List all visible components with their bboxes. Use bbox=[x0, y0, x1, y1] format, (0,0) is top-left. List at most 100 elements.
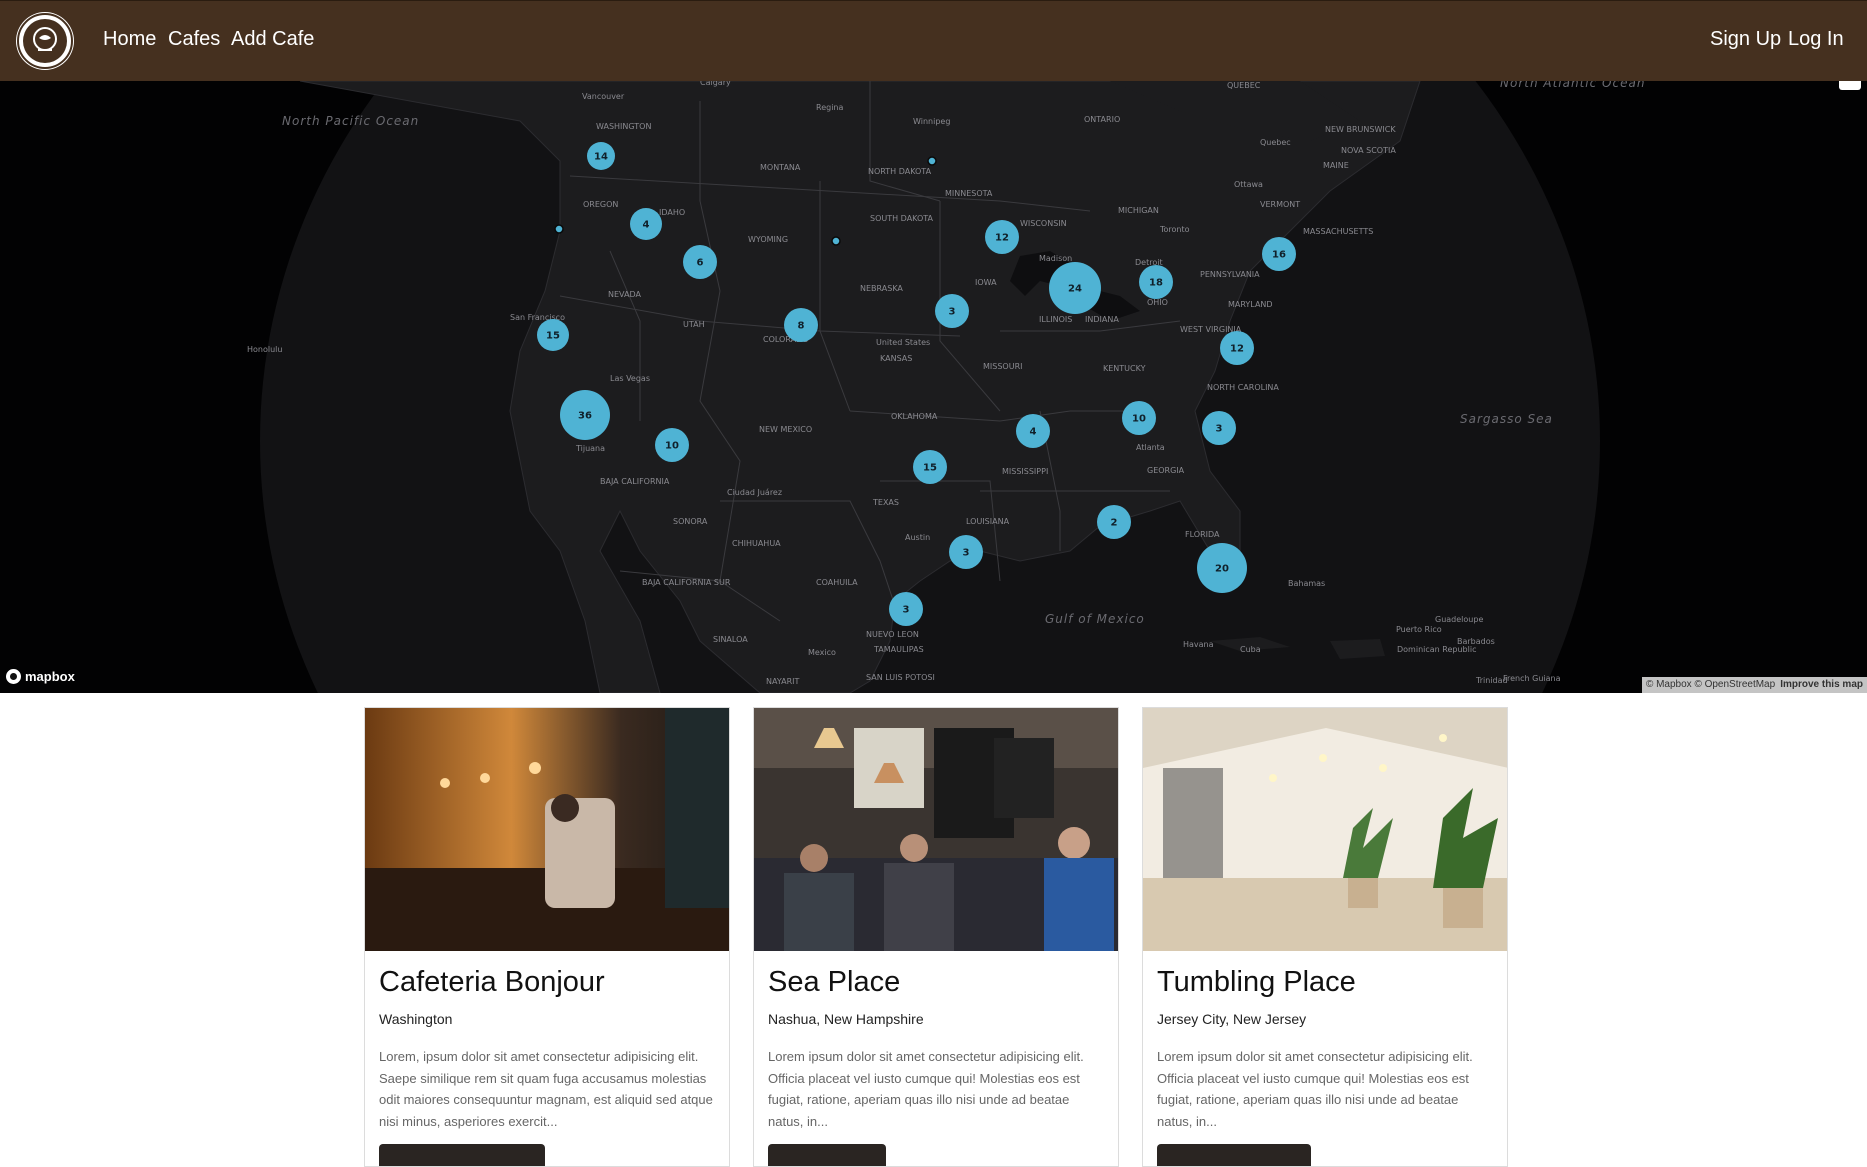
map-cluster[interactable]: 12 bbox=[985, 220, 1019, 254]
attribution-text[interactable]: © Mapbox © OpenStreetMap bbox=[1646, 679, 1775, 690]
map-place-label: Madison bbox=[1039, 254, 1072, 263]
map-place-label: NOVA SCOTIA bbox=[1341, 146, 1396, 155]
map-cluster-count: 36 bbox=[578, 411, 592, 422]
map-place-label: KANSAS bbox=[880, 354, 912, 363]
map-attribution: © Mapbox © OpenStreetMap Improve this map bbox=[1641, 677, 1867, 693]
map-cluster[interactable]: 4 bbox=[1016, 414, 1050, 448]
ocean-label-north-pacific: North Pacific Ocean bbox=[282, 114, 419, 128]
map-cluster[interactable]: 2 bbox=[1097, 505, 1131, 539]
map-cluster[interactable]: 3 bbox=[1202, 411, 1236, 445]
map-place-label: NEW MEXICO bbox=[759, 425, 812, 434]
map-place-label: NEW BRUNSWICK bbox=[1325, 125, 1396, 134]
map-cluster-count: 8 bbox=[798, 321, 805, 332]
map-place-label: NEVADA bbox=[608, 290, 641, 299]
cafe-card: Tumbling Place Jersey City, New Jersey L… bbox=[1142, 707, 1508, 1167]
cafe-card-description: Lorem ipsum dolor sit amet consectetur a… bbox=[1157, 1049, 1473, 1129]
map-place-label: SONORA bbox=[673, 517, 708, 526]
map-place-label: OREGON bbox=[583, 200, 618, 209]
mapbox-icon bbox=[6, 668, 21, 684]
map-place-label: Ciudad Juárez bbox=[727, 488, 782, 497]
map-place-label: MINNESOTA bbox=[945, 189, 993, 198]
map-cluster-count: 4 bbox=[643, 220, 650, 231]
map-place-label: SOUTH DAKOTA bbox=[870, 214, 934, 223]
map-place-label: CHIHUAHUA bbox=[732, 539, 781, 548]
map-cluster-count: 3 bbox=[963, 548, 970, 559]
map-place-label: Cuba bbox=[1240, 645, 1261, 654]
ocean-label-sargasso-sea: Sargasso Sea bbox=[1460, 412, 1553, 426]
map-point bbox=[554, 224, 564, 234]
map-place-label: QUEBEC bbox=[1227, 81, 1261, 90]
cafe-card-view-button[interactable] bbox=[1157, 1144, 1311, 1166]
map-place-label: FLORIDA bbox=[1185, 530, 1220, 539]
map-cluster[interactable]: 20 bbox=[1197, 543, 1247, 593]
nav-add-cafe-link[interactable]: Add Cafe bbox=[231, 28, 314, 51]
map-place-label: MONTANA bbox=[760, 163, 801, 172]
map-cluster[interactable]: 14 bbox=[587, 142, 615, 170]
map-place-label: MISSOURI bbox=[983, 362, 1023, 371]
map-place-label: MARYLAND bbox=[1228, 300, 1273, 309]
map-place-label: BAJA CALIFORNIA bbox=[600, 477, 670, 486]
map-cluster[interactable]: 4 bbox=[630, 208, 662, 240]
map-cluster-count: 12 bbox=[995, 233, 1009, 244]
map-place-label: Atlanta bbox=[1136, 443, 1165, 452]
map-cluster[interactable]: 24 bbox=[1049, 262, 1101, 314]
cluster-map[interactable]: North Pacific Ocean North Atlantic Ocean… bbox=[0, 81, 1867, 693]
map-cluster[interactable]: 10 bbox=[1122, 401, 1156, 435]
cafe-card-view-button[interactable] bbox=[379, 1144, 545, 1166]
nav-log-in-link[interactable]: Log In bbox=[1788, 28, 1844, 51]
map-cluster[interactable]: 3 bbox=[889, 592, 923, 626]
map-cluster-count: 15 bbox=[546, 331, 560, 342]
map-cluster[interactable]: 18 bbox=[1139, 265, 1173, 299]
map-cluster[interactable]: 10 bbox=[655, 428, 689, 462]
map-cluster[interactable]: 3 bbox=[949, 535, 983, 569]
coffee-cup-logo-icon[interactable] bbox=[16, 12, 74, 70]
map-place-label: TEXAS bbox=[872, 498, 899, 507]
map-point bbox=[831, 236, 841, 246]
cafe-card-title: Tumbling Place bbox=[1157, 966, 1356, 998]
map-place-label: MICHIGAN bbox=[1118, 206, 1159, 215]
map-place-label: WISCONSIN bbox=[1020, 219, 1067, 228]
map-place-label: TAMAULIPAS bbox=[873, 645, 924, 654]
map-cluster[interactable]: 3 bbox=[935, 294, 969, 328]
nav-cafes-link[interactable]: Cafes bbox=[168, 28, 220, 51]
mapbox-logo[interactable]: mapbox bbox=[6, 667, 75, 685]
ocean-label-north-atlantic: North Atlantic Ocean bbox=[1500, 81, 1645, 90]
map-place-label: Tijuana bbox=[575, 444, 605, 453]
improve-map-link[interactable]: Improve this map bbox=[1780, 679, 1863, 690]
cafe-card-title: Sea Place bbox=[768, 966, 901, 998]
map-cluster-count: 10 bbox=[1132, 414, 1146, 425]
map-cluster[interactable]: 12 bbox=[1220, 331, 1254, 365]
map-cluster-count: 10 bbox=[665, 441, 679, 452]
map-cluster[interactable]: 36 bbox=[560, 390, 610, 440]
map-place-label: Puerto Rico bbox=[1396, 625, 1442, 634]
map-place-label: ONTARIO bbox=[1084, 115, 1120, 124]
map-place-label: Dominican Republic bbox=[1397, 645, 1476, 654]
cafe-card-image bbox=[754, 708, 1118, 951]
map-place-label: Winnipeg bbox=[913, 117, 950, 126]
map-canvas[interactable]: North Pacific Ocean North Atlantic Ocean… bbox=[0, 81, 1867, 693]
map-place-label: COAHUILA bbox=[816, 578, 858, 587]
map-place-label: INDIANA bbox=[1085, 315, 1119, 324]
map-cluster[interactable]: 16 bbox=[1262, 237, 1296, 271]
map-control-button[interactable] bbox=[1839, 81, 1861, 90]
nav-sign-up-link[interactable]: Sign Up bbox=[1710, 28, 1781, 51]
map-cluster-count: 24 bbox=[1068, 284, 1082, 295]
cafe-card-image bbox=[365, 708, 729, 951]
map-place-label: Las Vegas bbox=[610, 374, 650, 383]
map-cluster[interactable]: 8 bbox=[784, 308, 818, 342]
cafe-card: Sea Place Nashua, New Hampshire Lorem ip… bbox=[753, 707, 1119, 1167]
cafe-card-description: Lorem, ipsum dolor sit amet consectetur … bbox=[379, 1049, 713, 1129]
map-place-label: UTAH bbox=[683, 320, 705, 329]
map-place-label: United States bbox=[876, 338, 930, 347]
map-place-label: French Guiana bbox=[1503, 674, 1561, 683]
map-place-label: Vancouver bbox=[582, 92, 625, 101]
cafe-card-view-button[interactable] bbox=[768, 1144, 886, 1166]
map-cluster-count: 15 bbox=[923, 463, 937, 474]
map-cluster[interactable]: 15 bbox=[913, 450, 947, 484]
map-place-label: Bahamas bbox=[1288, 579, 1325, 588]
nav-home-link[interactable]: Home bbox=[103, 28, 156, 51]
map-point bbox=[927, 156, 937, 166]
map-cluster-count: 4 bbox=[1030, 427, 1037, 438]
map-cluster[interactable]: 6 bbox=[683, 245, 717, 279]
map-cluster[interactable]: 15 bbox=[537, 319, 569, 351]
